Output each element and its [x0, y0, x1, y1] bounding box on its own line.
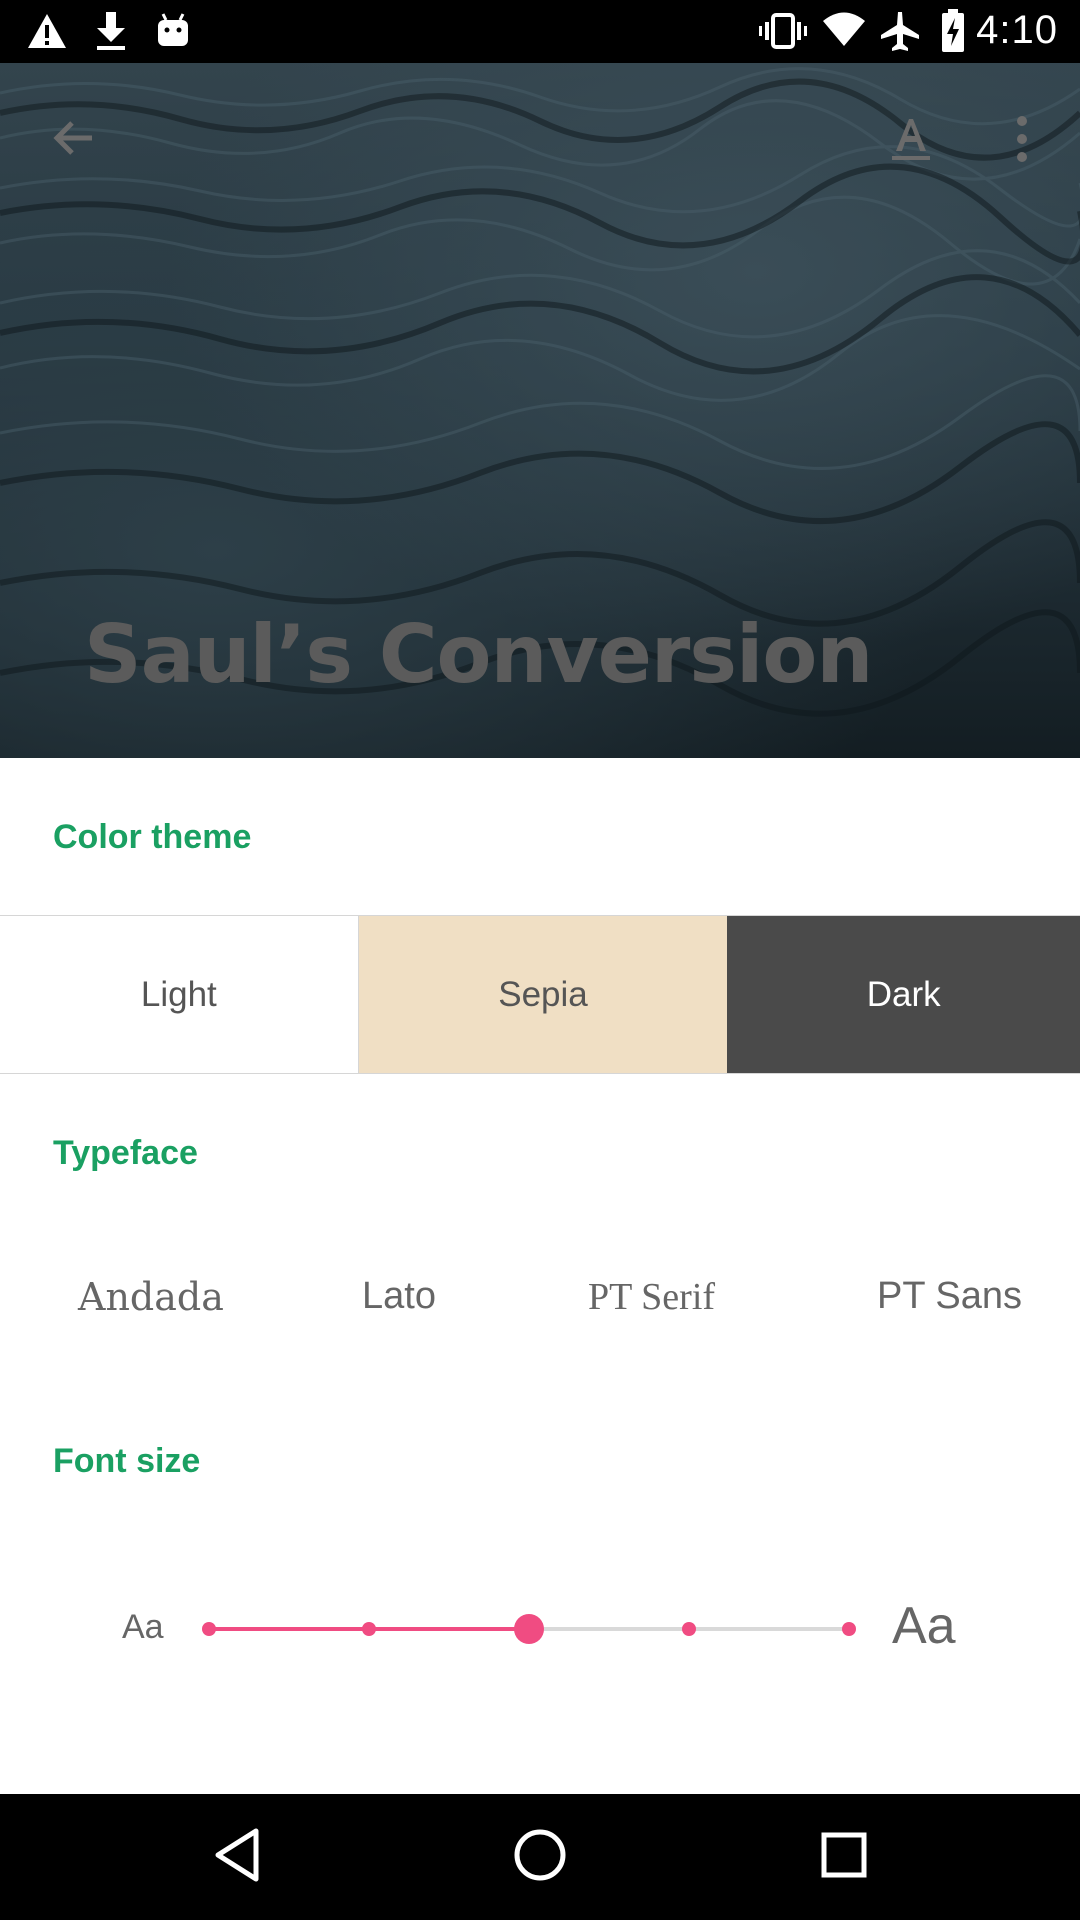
recents-square-icon[interactable]: [820, 1827, 868, 1883]
typeface-lato[interactable]: Lato: [362, 1275, 436, 1318]
slider-step-1[interactable]: [202, 1622, 216, 1636]
download-icon: [97, 12, 125, 50]
typeface-pt-serif[interactable]: PT Serif: [588, 1275, 715, 1319]
clock: 4:10: [976, 8, 1058, 52]
typeface-andada[interactable]: Andada: [78, 1275, 224, 1319]
typeface-pt-sans[interactable]: PT Sans: [877, 1275, 1022, 1318]
font-size-large-label: Aa: [892, 1597, 956, 1655]
theme-sepia-button[interactable]: Sepia: [358, 916, 728, 1073]
color-theme-selector: Light Sepia Dark: [0, 915, 1080, 1074]
slider-step-5[interactable]: [842, 1622, 856, 1636]
status-bar: 4:10: [0, 0, 1080, 63]
color-theme-label: Color theme: [53, 818, 252, 856]
article-header-image: Saul’s Conversion: [0, 63, 1080, 758]
theme-dark-button[interactable]: Dark: [727, 916, 1080, 1073]
theme-sepia-label: Sepia: [498, 974, 588, 1014]
slider-step-4[interactable]: [682, 1622, 696, 1636]
back-triangle-icon[interactable]: [212, 1827, 262, 1883]
theme-light-button[interactable]: Light: [0, 916, 359, 1073]
typeface-selector: Andada Lato PT Serif PT Sans: [0, 1275, 1080, 1335]
wifi-icon: [823, 12, 865, 46]
navigation-bar: [0, 1794, 1080, 1920]
warning-icon: [28, 14, 66, 48]
theme-dark-label: Dark: [866, 974, 941, 1014]
font-size-slider[interactable]: [195, 1604, 860, 1654]
typeface-label: Typeface: [53, 1134, 198, 1172]
android-icon: [158, 13, 188, 46]
more-vert-icon[interactable]: [1010, 113, 1034, 165]
slider-thumb[interactable]: [514, 1614, 544, 1644]
vibrate-icon: [759, 13, 807, 49]
home-circle-icon[interactable]: [513, 1827, 567, 1883]
font-size-small-label: Aa: [122, 1608, 164, 1646]
airplane-icon: [881, 12, 919, 51]
font-size-label: Font size: [53, 1442, 201, 1480]
back-arrow-icon[interactable]: [48, 113, 98, 163]
battery-charging-icon: [942, 9, 964, 52]
slider-step-2[interactable]: [362, 1622, 376, 1636]
article-title: Saul’s Conversion: [84, 608, 873, 701]
text-format-icon[interactable]: [888, 115, 934, 163]
theme-light-label: Light: [140, 974, 217, 1014]
